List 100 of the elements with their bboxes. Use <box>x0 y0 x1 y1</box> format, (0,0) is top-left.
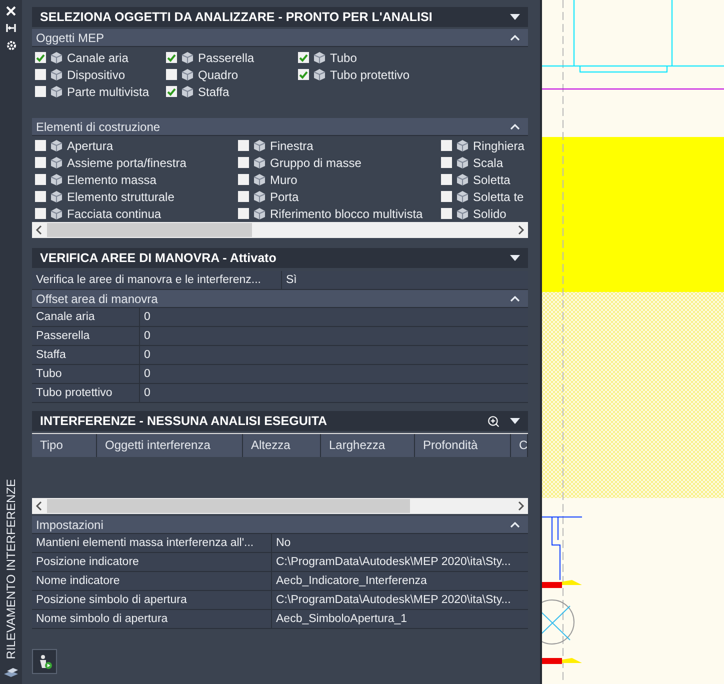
layers-icon[interactable] <box>3 666 19 680</box>
group-header[interactable]: Elementi di costruzione <box>32 118 528 136</box>
cube-icon <box>456 207 469 220</box>
property-label: Tubo protettivo <box>32 384 140 403</box>
checkbox-label: Finestra <box>270 138 314 154</box>
checkbox[interactable] <box>238 157 249 168</box>
group-header[interactable]: Offset area di manovra <box>32 290 528 308</box>
checkbox[interactable] <box>238 191 249 202</box>
property-value[interactable]: 0 <box>140 327 528 346</box>
cube-icon <box>313 51 326 64</box>
checkbox-label: Riferimento blocco multivista <box>270 206 423 222</box>
checkbox-label: Tubo <box>330 50 357 66</box>
checkbox[interactable] <box>35 52 46 63</box>
checkbox[interactable] <box>35 86 46 97</box>
caret-down-icon[interactable] <box>510 255 520 261</box>
horizontal-scrollbar[interactable] <box>32 498 528 514</box>
scroll-left-icon[interactable] <box>35 225 43 235</box>
run-analysis-button[interactable] <box>32 649 57 674</box>
caret-up-icon[interactable] <box>510 522 520 528</box>
caret-down-icon[interactable] <box>510 14 520 20</box>
checkmark-icon <box>167 88 176 96</box>
checkbox-label: Muro <box>270 172 298 188</box>
checkbox[interactable] <box>441 140 452 151</box>
checkbox-label: Canale aria <box>67 50 128 66</box>
property-value[interactable]: No <box>272 534 528 553</box>
checkbox-label: Gruppo di masse <box>270 154 362 172</box>
cube-icon <box>313 68 326 81</box>
checkbox[interactable] <box>35 191 46 202</box>
checkbox[interactable] <box>298 52 309 63</box>
checkbox[interactable] <box>35 157 46 168</box>
checkbox-label: Staffa <box>198 84 230 100</box>
property-value[interactable]: Aecb_SimboloApertura_1 <box>272 610 528 629</box>
scroll-left-icon[interactable] <box>35 501 43 511</box>
checkbox-label: Elemento massa <box>67 172 156 188</box>
property-value[interactable]: 0 <box>140 365 528 384</box>
checkbox[interactable] <box>441 157 452 168</box>
caret-up-icon[interactable] <box>510 296 520 302</box>
checkbox-label: Passerella <box>198 50 254 66</box>
cube-icon <box>253 173 266 186</box>
cube-icon <box>50 190 63 203</box>
cube-icon <box>253 139 266 152</box>
cube-icon <box>456 190 469 203</box>
settings-icon[interactable] <box>6 40 16 51</box>
palette-title: RILEVAMENTO INTERFERENZE <box>3 478 19 659</box>
property-value[interactable]: Sì <box>282 271 528 290</box>
checkbox[interactable] <box>238 140 249 151</box>
caret-down-icon[interactable] <box>510 418 520 424</box>
checkbox[interactable] <box>35 208 46 219</box>
section-title: VERIFICA AREE DI MANOVRA - Attivato <box>40 250 276 267</box>
section-title: INTERFERENZE - NESSUNA ANALISI ESEGUITA <box>40 412 328 430</box>
property-value[interactable]: 0 <box>140 308 528 327</box>
checkbox-label: Facciata continua <box>67 206 162 222</box>
property-value[interactable]: C:\ProgramData\Autodesk\MEP 2020\ita\Sty... <box>272 591 528 610</box>
group-header[interactable]: Oggetti MEP <box>32 29 528 47</box>
checkbox[interactable] <box>166 52 177 63</box>
scroll-right-icon[interactable] <box>517 225 525 235</box>
cube-icon <box>456 156 469 169</box>
checkbox[interactable] <box>298 69 309 80</box>
checkbox-label: Apertura <box>67 138 114 154</box>
checkbox[interactable] <box>35 140 46 151</box>
checkmark-icon <box>36 54 45 62</box>
checkbox[interactable] <box>441 174 452 185</box>
checkbox-label: Tubo protettivo <box>330 66 410 84</box>
checkbox[interactable] <box>441 208 452 219</box>
checkbox-label: Dispositivo <box>67 66 126 84</box>
cube-icon <box>181 68 194 81</box>
cube-icon <box>50 68 63 81</box>
checkbox-label: Scala <box>473 154 504 172</box>
checkbox[interactable] <box>238 174 249 185</box>
checkbox[interactable] <box>166 69 177 80</box>
group-title: Oggetti MEP <box>36 30 104 46</box>
close-icon[interactable] <box>6 6 16 16</box>
scrollbar-thumb[interactable] <box>47 499 410 513</box>
checkbox-label: Soletta te <box>473 188 524 206</box>
property-value[interactable]: 0 <box>140 384 528 403</box>
scrollbar-thumb[interactable] <box>47 223 252 237</box>
group-header[interactable]: Impostazioni <box>32 516 528 534</box>
caret-up-icon[interactable] <box>510 124 520 130</box>
cube-icon <box>253 156 266 169</box>
property-value[interactable]: C:\ProgramData\Autodesk\MEP 2020\ita\Sty... <box>272 553 528 572</box>
horizontal-scrollbar[interactable] <box>32 222 528 238</box>
checkbox-label: Ringhiera <box>473 138 524 154</box>
checkbox-label: Porta <box>270 188 299 206</box>
cube-icon <box>50 51 63 64</box>
checkbox[interactable] <box>166 86 177 97</box>
caret-up-icon[interactable] <box>510 34 520 40</box>
checkbox[interactable] <box>441 191 452 202</box>
checkbox-label: Assieme porta/finestra <box>67 154 186 172</box>
checkbox[interactable] <box>35 69 46 80</box>
property-value[interactable]: Aecb_Indicatore_Interferenza <box>272 572 528 591</box>
group-title: Elementi di costruzione <box>36 118 160 136</box>
checkbox[interactable] <box>238 208 249 219</box>
cube-icon <box>50 139 63 152</box>
property-value[interactable]: 0 <box>140 346 528 365</box>
scroll-right-icon[interactable] <box>517 501 525 511</box>
zoom-in-icon[interactable] <box>487 414 500 428</box>
checkbox[interactable] <box>35 174 46 185</box>
cube-icon <box>50 85 63 98</box>
group-title: Offset area di manovra <box>36 290 158 308</box>
checkbox-label: Elemento strutturale <box>67 188 174 206</box>
